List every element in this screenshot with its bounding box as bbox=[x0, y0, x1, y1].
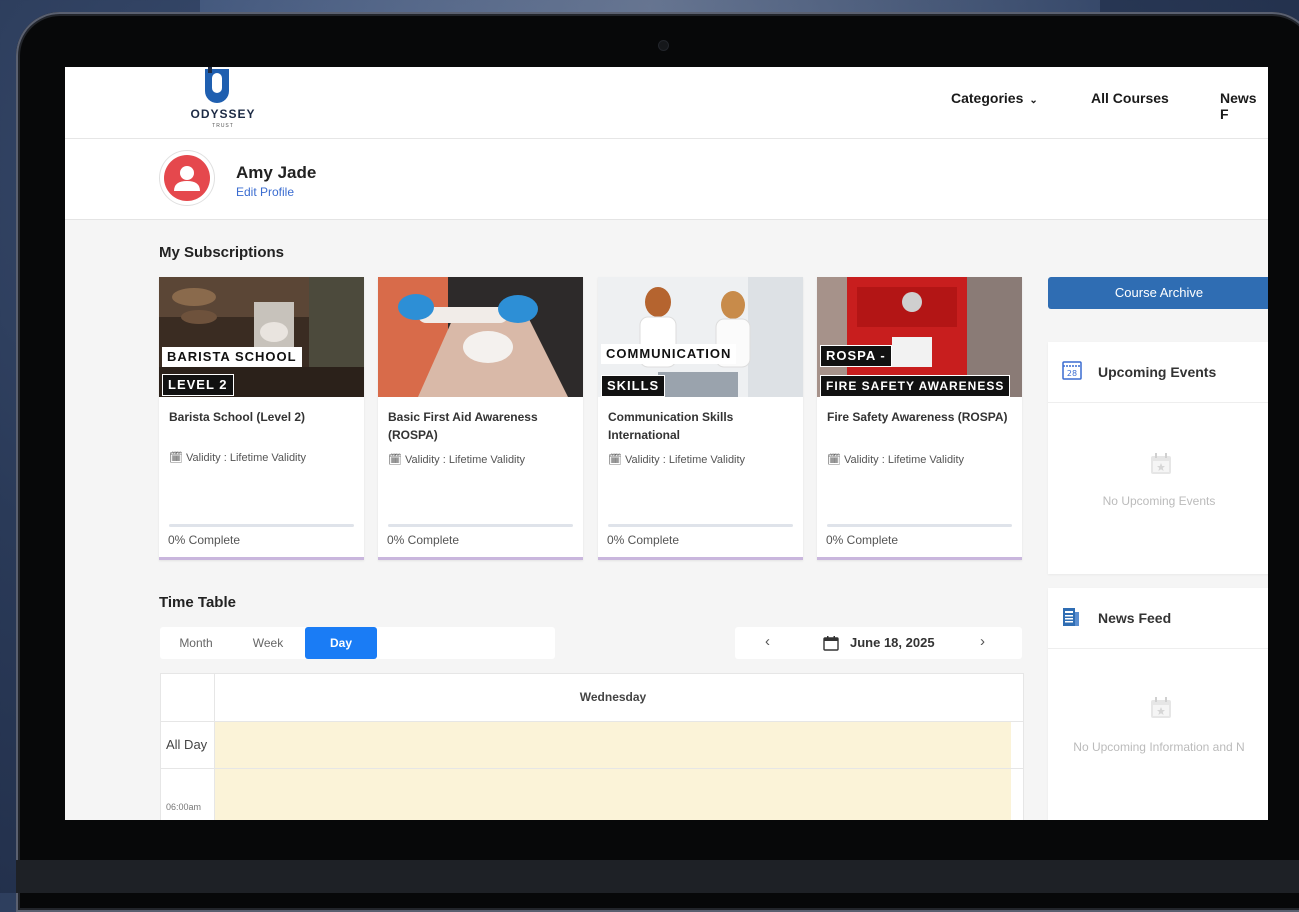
calendar-icon: 🗓 bbox=[608, 454, 622, 466]
progress-bar bbox=[608, 524, 793, 527]
calendar-icon: 🗓 bbox=[388, 454, 402, 466]
user-icon bbox=[164, 155, 210, 201]
course-image-first-aid bbox=[378, 277, 583, 397]
calendar-icon bbox=[823, 636, 839, 651]
app-screen: ODYSSEY TRUST Categories ⌄ All Courses Ne… bbox=[65, 67, 1268, 820]
image-label-line1: COMMUNICATION bbox=[601, 344, 737, 364]
course-title[interactable]: Communication Skills International bbox=[608, 408, 793, 444]
course-card[interactable]: COMMUNICATION SKILLS Communication Skill… bbox=[598, 277, 803, 560]
time-slot-cell[interactable] bbox=[214, 769, 1011, 820]
nav-news-feed[interactable]: News F bbox=[1220, 90, 1268, 122]
nav-all-courses[interactable]: All Courses bbox=[1091, 90, 1169, 106]
view-month-button[interactable]: Month bbox=[160, 627, 232, 659]
validity-text: Validity : Lifetime Validity bbox=[186, 452, 307, 464]
empty-calendar-icon bbox=[1151, 697, 1171, 718]
avatar[interactable] bbox=[160, 151, 214, 205]
view-toggle: Month Week Day bbox=[160, 627, 555, 659]
course-validity: 🗓 Validity : Lifetime Validity bbox=[827, 453, 964, 466]
news-feed-panel: News Feed No Upcoming Information and N bbox=[1048, 588, 1268, 820]
camera-dot bbox=[659, 41, 668, 50]
image-label-line2: SKILLS bbox=[601, 375, 666, 397]
nav-categories-label: Categories bbox=[951, 90, 1024, 106]
current-date: June 18, 2025 bbox=[850, 635, 935, 650]
progress-text: 0% Complete bbox=[387, 533, 460, 547]
brand-sub: TRUST bbox=[212, 123, 234, 129]
progress-text: 0% Complete bbox=[607, 533, 680, 547]
news-feed-title: News Feed bbox=[1098, 610, 1172, 626]
no-news-text: No Upcoming Information and N bbox=[1073, 740, 1245, 754]
course-title[interactable]: Fire Safety Awareness (ROSPA) bbox=[827, 408, 1012, 426]
view-day-button[interactable]: Day bbox=[305, 627, 377, 659]
day-column-header: Wednesday bbox=[214, 674, 1011, 721]
image-label-line1: BARISTA SCHOOL bbox=[162, 347, 302, 367]
progress-bar bbox=[388, 524, 573, 527]
edit-profile-link[interactable]: Edit Profile bbox=[236, 185, 294, 199]
image-label-line2: LEVEL 2 bbox=[162, 374, 234, 396]
progress-text: 0% Complete bbox=[168, 533, 241, 547]
all-day-row: All Day bbox=[161, 721, 1023, 768]
brand-logo[interactable]: ODYSSEY TRUST bbox=[173, 67, 255, 137]
date-navigator: ‹ June 18, 2025 › bbox=[735, 627, 1022, 659]
time-slot-row: 06:00am bbox=[161, 768, 1023, 820]
course-validity: 🗓 Validity : Lifetime Validity bbox=[608, 453, 745, 466]
no-events-text: No Upcoming Events bbox=[1102, 494, 1216, 508]
course-card[interactable]: Basic First Aid Awareness (ROSPA) 🗓 Vali… bbox=[378, 277, 583, 560]
course-image-barista: BARISTA SCHOOL LEVEL 2 bbox=[159, 277, 364, 397]
course-image-communication: COMMUNICATION SKILLS bbox=[598, 277, 803, 397]
validity-text: Validity : Lifetime Validity bbox=[405, 454, 526, 466]
progress-text: 0% Complete bbox=[826, 533, 899, 547]
progress-bar bbox=[827, 524, 1012, 527]
upcoming-events-header: 28 Upcoming Events bbox=[1048, 342, 1268, 403]
timetable-grid: Wednesday All Day 06:00am bbox=[160, 673, 1024, 820]
upcoming-events-panel: 28 Upcoming Events No Upcoming Events bbox=[1048, 342, 1268, 574]
timetable-title: Time Table bbox=[159, 594, 236, 611]
subscriptions-title: My Subscriptions bbox=[159, 244, 285, 261]
newspaper-icon bbox=[1063, 608, 1079, 626]
brand-name: ODYSSEY bbox=[190, 107, 256, 121]
laptop-chin bbox=[16, 860, 1299, 893]
nav-categories[interactable]: Categories ⌄ bbox=[951, 90, 1038, 106]
user-name: Amy Jade bbox=[236, 163, 317, 182]
calendar-28-icon: 28 bbox=[1062, 361, 1082, 380]
course-validity: 🗓 Validity : Lifetime Validity bbox=[169, 451, 306, 464]
chevron-right-icon[interactable]: › bbox=[980, 633, 985, 650]
view-week-button[interactable]: Week bbox=[232, 627, 304, 659]
odyssey-logo-icon bbox=[205, 67, 229, 103]
calendar-day-number: 28 bbox=[1067, 369, 1077, 378]
calendar-icon: 🗓 bbox=[169, 452, 183, 464]
all-day-label: All Day bbox=[166, 737, 208, 752]
image-label-line1: ROSPA - bbox=[820, 345, 892, 367]
top-navbar: ODYSSEY TRUST Categories ⌄ All Courses Ne… bbox=[65, 67, 1268, 139]
time-slot-label: 06:00am bbox=[166, 802, 202, 812]
progress-bar bbox=[169, 524, 354, 527]
empty-calendar-icon bbox=[1151, 453, 1171, 474]
news-feed-header: News Feed bbox=[1048, 588, 1268, 649]
course-card[interactable]: BARISTA SCHOOL LEVEL 2 Barista School (L… bbox=[159, 277, 364, 560]
all-day-slot[interactable] bbox=[214, 722, 1011, 768]
validity-text: Validity : Lifetime Validity bbox=[844, 454, 965, 466]
chevron-left-icon[interactable]: ‹ bbox=[765, 633, 770, 650]
chevron-down-icon: ⌄ bbox=[1029, 95, 1038, 106]
upcoming-events-title: Upcoming Events bbox=[1098, 364, 1217, 380]
course-title[interactable]: Barista School (Level 2) bbox=[169, 408, 354, 426]
course-card[interactable]: ROSPA - FIRE SAFETY AWARENESS Fire Safet… bbox=[817, 277, 1022, 560]
course-validity: 🗓 Validity : Lifetime Validity bbox=[388, 453, 525, 466]
course-image-fire-safety: ROSPA - FIRE SAFETY AWARENESS bbox=[817, 277, 1022, 397]
image-label-line2: FIRE SAFETY AWARENESS bbox=[820, 375, 1011, 397]
course-archive-button[interactable]: Course Archive bbox=[1048, 277, 1268, 309]
calendar-icon: 🗓 bbox=[827, 454, 841, 466]
profile-bar: Amy Jade Edit Profile bbox=[65, 139, 1268, 220]
course-title[interactable]: Basic First Aid Awareness (ROSPA) bbox=[388, 408, 573, 444]
validity-text: Validity : Lifetime Validity bbox=[625, 454, 746, 466]
